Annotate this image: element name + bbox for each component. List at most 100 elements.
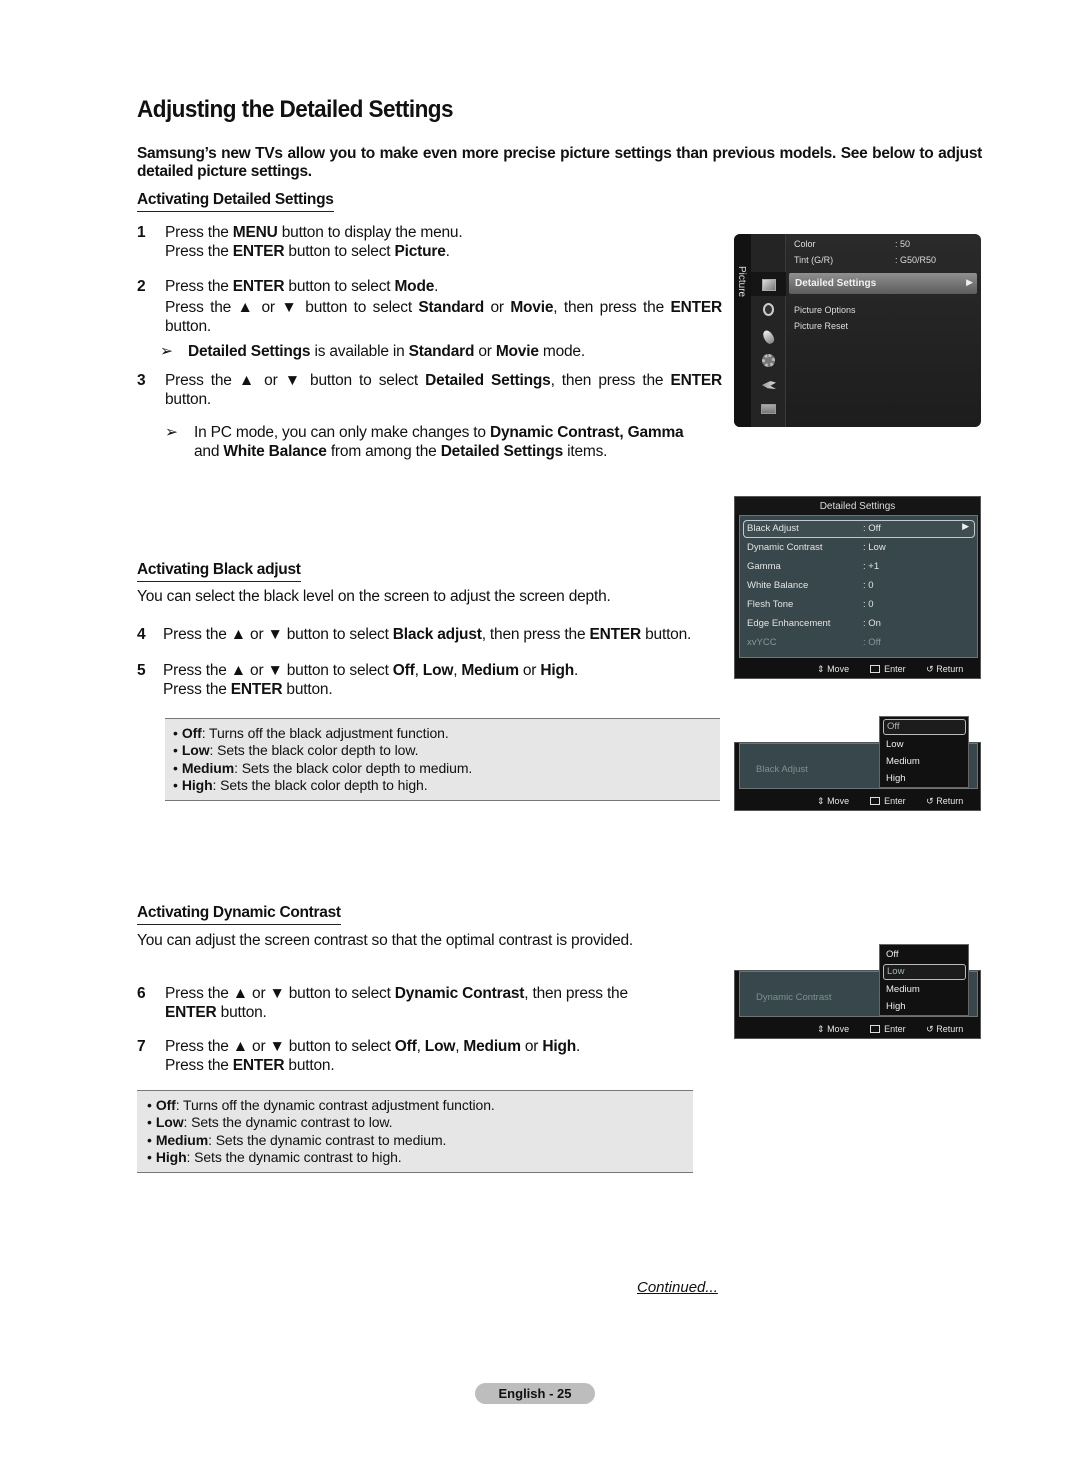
option-item: High: Sets the black color depth to high… <box>173 777 720 794</box>
footer-return: Return <box>936 664 964 674</box>
note-pc-mode: ➢ In PC mode, you can only make changes … <box>165 424 684 460</box>
return-icon: ↺ <box>926 664 934 674</box>
continued-link[interactable]: Continued... <box>637 1279 718 1296</box>
note-arrow-icon: ➢ <box>160 343 173 360</box>
picture-icon[interactable] <box>762 279 776 291</box>
option-item: Off: Turns off the dynamic contrast adju… <box>147 1097 693 1114</box>
setting-label: Dynamic Contrast <box>756 992 832 1003</box>
note-availability: ➢ Detailed Settings is available in Stan… <box>160 343 585 360</box>
menu-tab-label: Picture <box>736 266 747 298</box>
black-adjust-dropdown: Off Low Medium High <box>879 716 969 788</box>
setting-edge-enhancement[interactable]: Edge Enhancement <box>747 618 830 629</box>
option-item: Medium: Sets the black color depth to me… <box>173 760 720 777</box>
menu-item-color[interactable]: Color <box>794 239 816 249</box>
setting-value: : 0 <box>863 580 874 591</box>
footer-move: Move <box>827 664 850 674</box>
move-icon: ⇕ <box>817 1024 825 1034</box>
enter-icon <box>869 665 880 673</box>
footer-enter: Enter <box>884 796 906 806</box>
sound-icon[interactable] <box>763 303 774 316</box>
osd-settings-list: Black Adjust : Off ▶ Dynamic Contrast : … <box>739 515 978 658</box>
dropdown-option-off[interactable]: Off <box>883 947 966 963</box>
step-4: 4 Press the ▲ or ▼ button to select Blac… <box>137 626 692 643</box>
setting-black-adjust[interactable]: Black Adjust <box>747 523 799 534</box>
setting-value: : On <box>863 618 881 629</box>
step-number: 1 <box>137 224 146 241</box>
section-heading-black-adjust: Activating Black adjust <box>137 561 301 582</box>
footer-return: Return <box>936 1024 964 1034</box>
intro-paragraph: Samsung’s new TVs allow you to make even… <box>137 145 982 180</box>
move-icon: ⇕ <box>817 664 825 674</box>
setting-gamma[interactable]: Gamma <box>747 561 781 572</box>
menu-item-picture-reset[interactable]: Picture Reset <box>794 321 848 331</box>
osd-detailed-settings: Detailed Settings Black Adjust : Off ▶ D… <box>734 496 981 679</box>
dropdown-option-off[interactable]: Off <box>883 719 966 735</box>
osd-title: Detailed Settings <box>735 497 980 515</box>
setup-icon[interactable] <box>762 354 775 367</box>
dropdown-option-low[interactable]: Low <box>883 964 966 980</box>
dropdown-option-high[interactable]: High <box>883 771 966 787</box>
dropdown-option-low[interactable]: Low <box>883 737 966 753</box>
step-number: 7 <box>137 1038 146 1055</box>
osd-footer: ⇕ Move Enter ↺ Return <box>817 1024 963 1035</box>
menu-item-label: Detailed Settings <box>795 278 877 289</box>
setting-xvycc: xvYCC <box>747 637 777 648</box>
footer-enter: Enter <box>884 664 906 674</box>
section-heading-dynamic-contrast: Activating Dynamic Contrast <box>137 904 341 925</box>
step-number: 3 <box>137 372 146 389</box>
dynamic-contrast-dropdown: Off Low Medium High <box>879 944 969 1016</box>
application-icon[interactable] <box>761 404 776 414</box>
step-1: 1 Press the MENU button to display the m… <box>137 224 463 260</box>
menu-value-color: : 50 <box>895 239 911 249</box>
osd-footer: ⇕ Move Enter ↺ Return <box>817 796 963 807</box>
section-heading-detailed-settings: Activating Detailed Settings <box>137 191 334 212</box>
menu-item-picture-options[interactable]: Picture Options <box>794 305 856 315</box>
footer-return: Return <box>936 796 964 806</box>
setting-white-balance[interactable]: White Balance <box>747 580 808 591</box>
setting-value: : +1 <box>863 561 880 572</box>
dropdown-option-medium[interactable]: Medium <box>883 754 966 770</box>
osd-picture-menu: Picture Color : 50 Tint (G/R) : G50/R50 … <box>734 234 981 427</box>
menu-tab <box>734 234 751 427</box>
setting-label: Black Adjust <box>756 764 808 775</box>
setting-value: : Low <box>863 542 886 553</box>
dynamic-contrast-options-box: Off: Turns off the dynamic contrast adju… <box>137 1090 693 1173</box>
setting-value: : Off <box>863 637 881 648</box>
step-6: 6 Press the ▲ or ▼ button to select Dyna… <box>137 985 628 1021</box>
dropdown-option-medium[interactable]: Medium <box>883 982 966 998</box>
setting-value: : 0 <box>863 599 874 610</box>
menu-value-tint: : G50/R50 <box>895 255 937 265</box>
step-5: 5 Press the ▲ or ▼ button to select Off,… <box>137 662 579 698</box>
footer-enter: Enter <box>884 1024 906 1034</box>
black-adjust-options-box: Off: Turns off the black adjustment func… <box>165 718 720 801</box>
footer-move: Move <box>827 1024 850 1034</box>
footer-move: Move <box>827 796 850 806</box>
return-icon: ↺ <box>926 796 934 806</box>
option-item: Off: Turns off the black adjustment func… <box>173 725 720 742</box>
step-number: 6 <box>137 985 146 1002</box>
chevron-right-icon: ▶ <box>966 277 973 287</box>
return-icon: ↺ <box>926 1024 934 1034</box>
step-2: 2 Press the ENTER button to select Mode.… <box>137 278 723 335</box>
option-item: Low: Sets the dynamic contrast to low. <box>147 1114 693 1131</box>
black-adjust-description: You can select the black level on the sc… <box>137 588 611 605</box>
step-3: 3 Press the ▲ or ▼ button to select Deta… <box>137 372 723 408</box>
dropdown-option-high[interactable]: High <box>883 999 966 1015</box>
osd-footer: ⇕ Move Enter ↺ Return <box>817 664 963 675</box>
step-number: 2 <box>137 278 146 295</box>
option-item: High: Sets the dynamic contrast to high. <box>147 1149 693 1166</box>
page-title: Adjusting the Detailed Settings <box>137 96 454 123</box>
setting-dynamic-contrast[interactable]: Dynamic Contrast <box>747 542 823 553</box>
note-arrow-icon: ➢ <box>165 424 178 441</box>
setting-flesh-tone[interactable]: Flesh Tone <box>747 599 793 610</box>
option-item: Medium: Sets the dynamic contrast to med… <box>147 1132 693 1149</box>
page-number-badge: English - 25 <box>475 1383 595 1404</box>
menu-item-detailed-settings[interactable]: Detailed Settings ▶ <box>789 273 977 294</box>
dynamic-contrast-description: You can adjust the screen contrast so th… <box>137 932 634 949</box>
menu-item-tint[interactable]: Tint (G/R) <box>794 255 833 265</box>
step-number: 4 <box>137 626 146 643</box>
setting-value: : Off <box>863 523 881 534</box>
chevron-right-icon: ▶ <box>962 521 969 531</box>
step-7: 7 Press the ▲ or ▼ button to select Off,… <box>137 1038 581 1074</box>
move-icon: ⇕ <box>817 796 825 806</box>
